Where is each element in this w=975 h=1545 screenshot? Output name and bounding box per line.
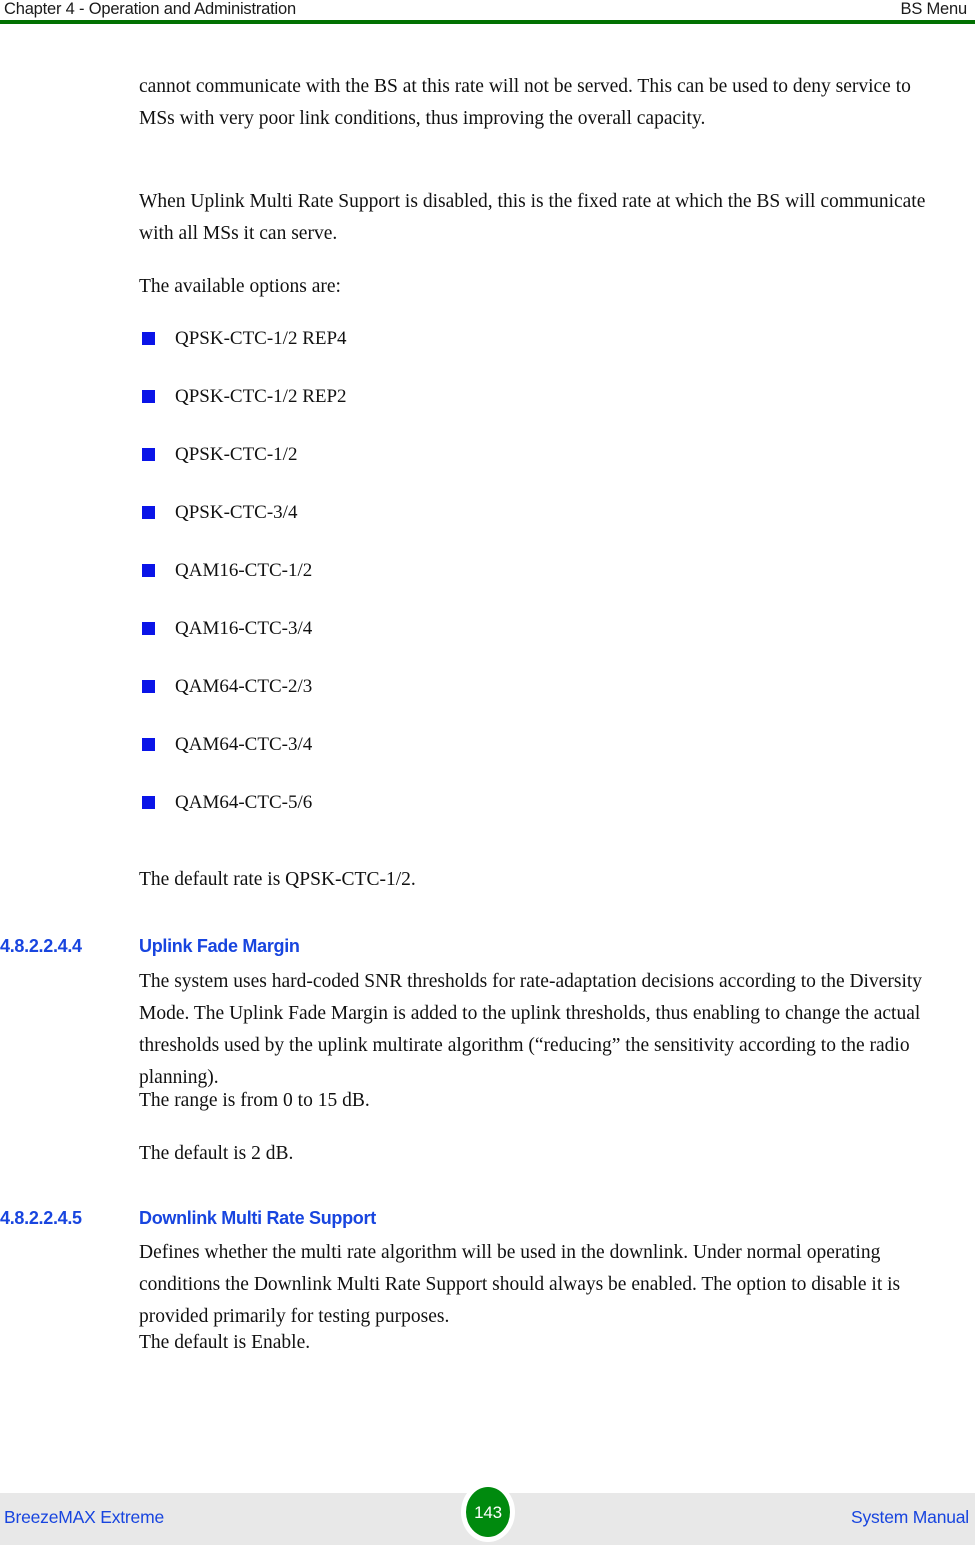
section-number: 4.8.2.2.4.5 — [0, 1208, 82, 1228]
square-bullet-icon — [142, 448, 155, 461]
list-item-label: QAM16-CTC-3/4 — [175, 618, 313, 639]
square-bullet-icon — [142, 796, 155, 809]
page-number-badge: 143 — [461, 1482, 515, 1542]
list-item-label: QAM16-CTC-1/2 — [175, 560, 313, 581]
section-title: Uplink Fade Margin — [139, 936, 300, 956]
paragraph-downlink-default: The default is Enable. — [139, 1332, 311, 1353]
page-number: 143 — [474, 1502, 502, 1522]
square-bullet-icon — [142, 738, 155, 751]
list-item: QPSK-CTC-1/2 REP4 — [139, 327, 945, 351]
paragraph-fade-margin-default: The default is 2 dB. — [139, 1143, 294, 1164]
list-item: QPSK-CTC-1/2 — [139, 443, 945, 467]
list-item: QAM64-CTC-5/6 — [139, 791, 945, 815]
list-item: QAM16-CTC-1/2 — [139, 559, 945, 583]
list-item: QAM16-CTC-3/4 — [139, 617, 945, 641]
list-item: QAM64-CTC-2/3 — [139, 675, 945, 699]
paragraph-available-options: The available options are: — [139, 276, 341, 297]
list-item-label: QAM64-CTC-2/3 — [175, 676, 313, 697]
square-bullet-icon — [142, 332, 155, 345]
paragraph-downlink-description: Defines whether the multi rate algorithm… — [139, 1242, 901, 1327]
square-bullet-icon — [142, 622, 155, 635]
list-item-label: QPSK-CTC-1/2 REP4 — [175, 328, 347, 349]
list-item-label: QPSK-CTC-1/2 REP2 — [175, 386, 347, 407]
section-number: 4.8.2.2.4.4 — [0, 936, 82, 956]
paragraph-default-rate: The default rate is QPSK-CTC-1/2. — [139, 869, 416, 890]
footer-product-name: BreezeMAX Extreme — [4, 1507, 164, 1527]
paragraph-intro-continuation: cannot communicate with the BS at this r… — [139, 76, 911, 129]
list-item-label: QPSK-CTC-1/2 — [175, 444, 298, 465]
list-item: QAM64-CTC-3/4 — [139, 733, 945, 757]
list-item-label: QPSK-CTC-3/4 — [175, 502, 298, 523]
footer-document-name: System Manual — [850, 1507, 969, 1527]
list-item-label: QAM64-CTC-5/6 — [175, 792, 313, 813]
list-item: QPSK-CTC-3/4 — [139, 501, 945, 525]
page-footer: BreezeMAX Extreme 143 System Manual — [0, 1482, 975, 1545]
header-rule-divider — [0, 20, 975, 24]
paragraph-fade-margin-description: The system uses hard-coded SNR threshold… — [139, 971, 923, 1088]
header-section-title: BS Menu — [900, 0, 968, 18]
rate-options-list: QPSK-CTC-1/2 REP4 QPSK-CTC-1/2 REP2 QPSK… — [139, 327, 945, 815]
square-bullet-icon — [142, 564, 155, 577]
square-bullet-icon — [142, 680, 155, 693]
list-item-label: QAM64-CTC-3/4 — [175, 734, 313, 755]
document-page: Chapter 4 - Operation and Administration… — [0, 0, 975, 1545]
section-title: Downlink Multi Rate Support — [139, 1208, 376, 1228]
list-item: QPSK-CTC-1/2 REP2 — [139, 385, 945, 409]
paragraph-fixed-rate: When Uplink Multi Rate Support is disabl… — [139, 191, 926, 244]
square-bullet-icon — [142, 390, 155, 403]
paragraph-fade-margin-range: The range is from 0 to 15 dB. — [139, 1090, 370, 1111]
page-number-disc: 143 — [466, 1487, 510, 1537]
square-bullet-icon — [142, 506, 155, 519]
header-chapter-title: Chapter 4 - Operation and Administration — [4, 0, 296, 18]
